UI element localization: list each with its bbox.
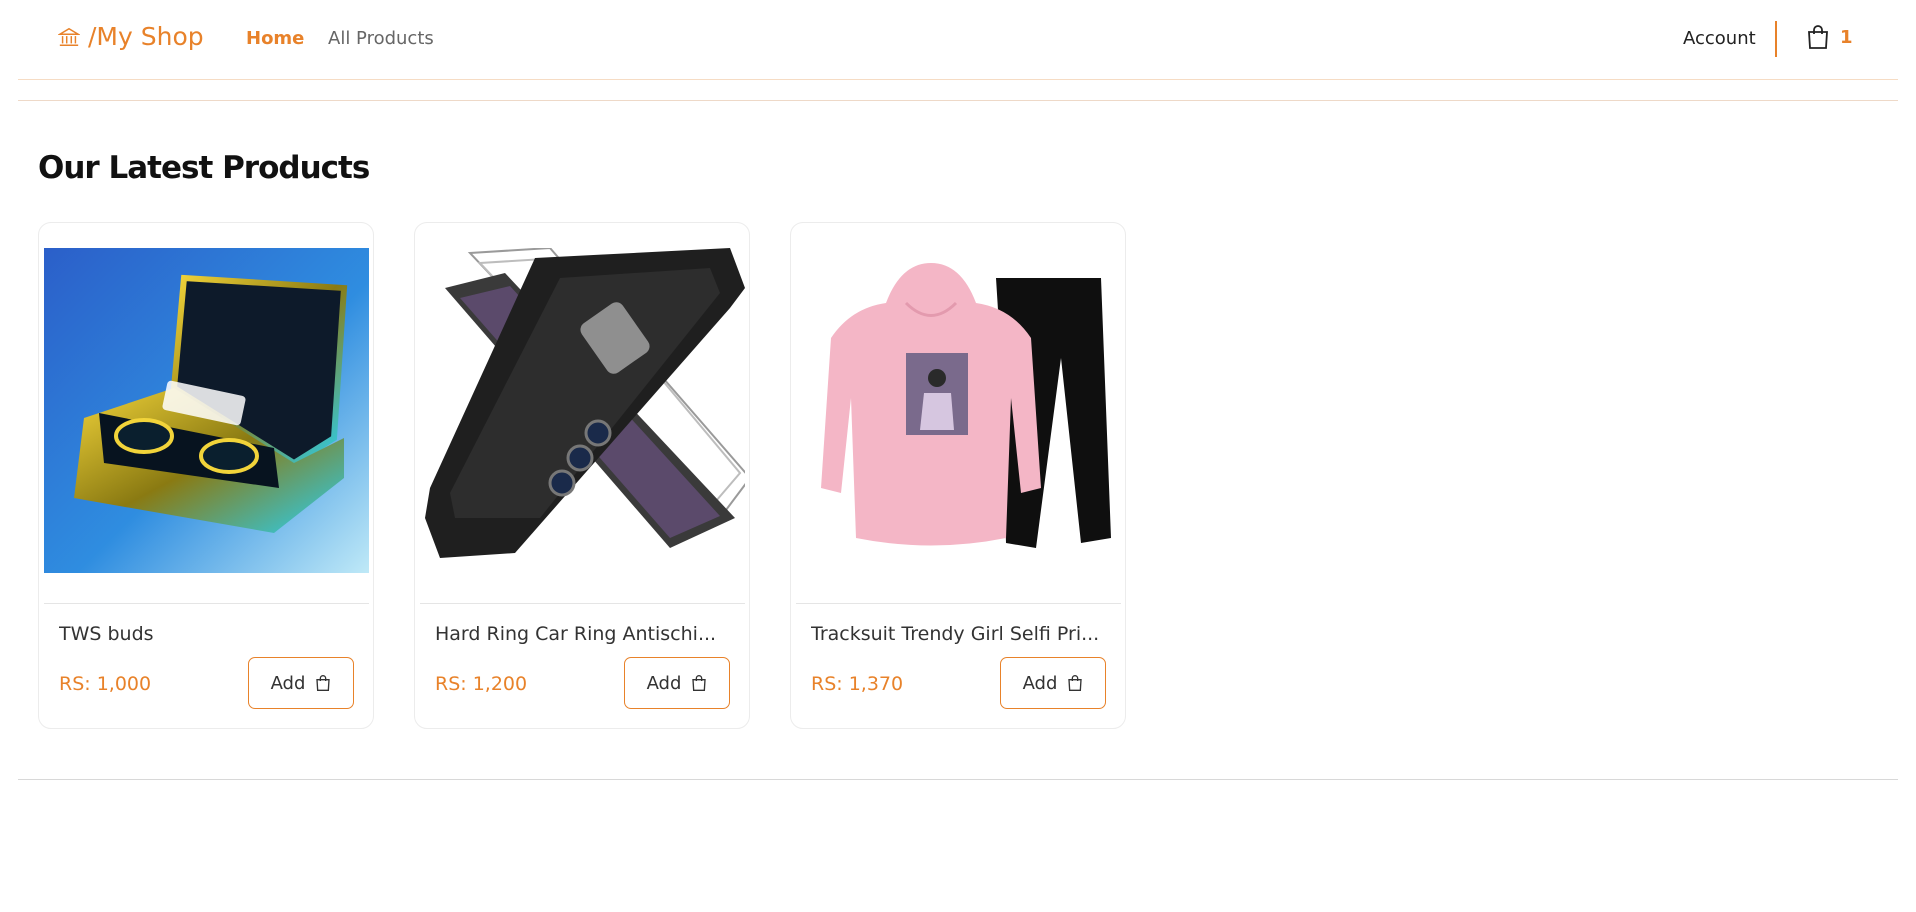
nav-home-link[interactable]: Home (246, 28, 304, 49)
shopping-bag-icon (692, 675, 707, 691)
product-price: RS: 1,370 (811, 673, 904, 695)
nav-all-products-link[interactable]: All Products (328, 28, 434, 49)
add-to-cart-button[interactable]: Add (624, 657, 730, 709)
add-button-label: Add (646, 672, 682, 694)
cart-button[interactable]: 1 (1806, 24, 1853, 50)
cart-count-badge: 1 (1840, 26, 1853, 48)
section-title: Our Latest Products (38, 150, 370, 186)
product-name[interactable]: TWS buds (59, 623, 359, 645)
add-button-label: Add (270, 672, 306, 694)
product-card: Hard Ring Car Ring Antischi... RS: 1,200… (414, 222, 750, 729)
product-card: TWS buds RS: 1,000 Add (38, 222, 374, 729)
account-link[interactable]: Account (1683, 28, 1756, 49)
brand-logo-link[interactable]: /My Shop (58, 22, 204, 51)
top-navbar: /My Shop Home All Products Account 1 (18, 0, 1898, 80)
card-divider (796, 603, 1121, 604)
product-name[interactable]: Tracksuit Trendy Girl Selfi Pri... (811, 623, 1111, 645)
card-divider (420, 603, 745, 604)
add-button-label: Add (1022, 672, 1058, 694)
product-price: RS: 1,200 (435, 673, 528, 695)
card-divider (44, 603, 369, 604)
footer-divider (18, 779, 1898, 780)
header-divider (1775, 21, 1777, 57)
bank-icon (58, 27, 80, 46)
section-divider (18, 100, 1898, 101)
product-image[interactable] (796, 248, 1121, 573)
product-image[interactable] (420, 248, 745, 573)
shopping-bag-icon (1068, 675, 1083, 691)
product-card: Tracksuit Trendy Girl Selfi Pri... RS: 1… (790, 222, 1126, 729)
shopping-bag-icon (1808, 25, 1828, 49)
add-to-cart-button[interactable]: Add (1000, 657, 1106, 709)
add-to-cart-button[interactable]: Add (248, 657, 354, 709)
product-image[interactable] (44, 248, 369, 573)
brand-name: /My Shop (88, 22, 204, 51)
product-name[interactable]: Hard Ring Car Ring Antischi... (435, 623, 735, 645)
shopping-bag-icon (316, 675, 331, 691)
product-price: RS: 1,000 (59, 673, 152, 695)
